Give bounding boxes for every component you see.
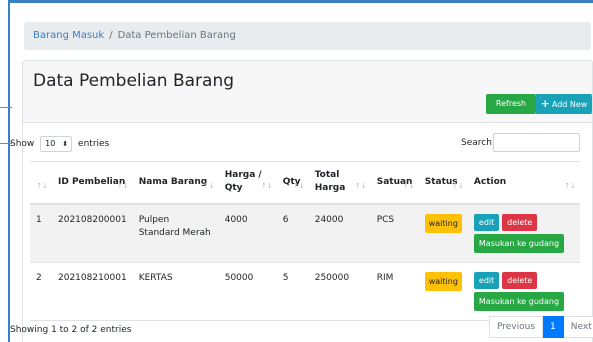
select-arrows-icon: ⬍ [62,140,69,148]
move-to-warehouse-button[interactable]: Masukan ke gudang [473,233,565,253]
cell-status: waiting [418,261,468,321]
column-header-nama[interactable]: Nama Barang ↑↓ [132,161,219,205]
cell-id: 202108200001 [52,203,133,262]
column-header-satuan[interactable]: Satuan ↑↓ [370,161,419,205]
cell-total: 250000 [308,261,371,321]
purchase-table: ↑↓ ID Pembelian ↑↓ Nama Barang ↑↓ Harga / … [30,161,580,321]
edit-button[interactable]: edit [473,271,500,289]
cell-action: edit delete Masukan ke gudang [467,203,580,262]
plus-icon: + [540,97,550,110]
table-header-row: ↑↓ ID Pembelian ↑↓ Nama Barang ↑↓ Harga / … [30,161,580,205]
entries-label: entries [78,139,110,149]
status-badge: waiting [424,213,462,233]
cell-satuan: PCS [370,203,419,262]
table-info: Showing 1 to 2 of 2 entries [10,325,132,335]
column-header-qty[interactable]: Qty ↑↓ [276,161,309,205]
sort-icon: ↑↓ [402,182,415,190]
sort-icon: ↑↓ [260,182,273,190]
show-label: Show [10,139,35,149]
pagination-previous[interactable]: Previous [489,316,544,338]
ruler-mark [0,107,12,108]
move-to-warehouse-button[interactable]: Masukan ke gudang [473,291,565,311]
sort-icon: ↑↓ [116,182,129,190]
column-header-harga[interactable]: Harga / Qty ↑↓ [218,161,277,205]
breadcrumb: Barang Masuk / Data Pembelian Barang [24,22,591,50]
search-input[interactable] [493,133,580,152]
cell-qty: 5 [276,261,309,321]
refresh-button[interactable]: Refresh [486,94,536,114]
window-top-border [8,0,593,3]
cell-harga: 50000 [218,261,277,321]
pagination-next[interactable]: Next [563,316,593,338]
column-header-total[interactable]: Total Harga ↑↓ [308,161,371,205]
breadcrumb-current: Data Pembelian Barang [117,30,236,41]
sort-icon: ↑↓ [292,182,305,190]
entries-length-control: Show 10 ⬍ entries [10,136,109,152]
entries-length-select[interactable]: 10 ⬍ [40,136,73,152]
cell-satuan: RIM [370,261,419,321]
breadcrumb-link-barang-masuk[interactable]: Barang Masuk [33,30,104,41]
table-row: 1 202108200001 Pulpen Standard Merah 400… [30,203,580,262]
cell-id: 202108210001 [52,261,133,321]
table-row: 2 202108210001 KERTAS 50000 5 250000 RIM… [30,261,580,321]
column-header-no[interactable]: ↑↓ [30,161,52,205]
breadcrumb-separator: / [109,30,113,41]
cell-qty: 6 [276,203,309,262]
sort-icon: ↑↓ [202,182,215,190]
add-new-label: Add New [551,100,588,109]
page-title: Data Pembelian Barang [33,71,235,91]
sort-icon: ↑↓ [452,182,464,190]
cell-nama: KERTAS [132,261,219,321]
edit-button[interactable]: edit [473,213,500,231]
status-badge: waiting [424,271,462,291]
cell-no: 2 [30,261,52,321]
sort-icon: ↑↓ [36,182,48,190]
column-header-id[interactable]: ID Pembelian ↑↓ [52,161,133,205]
column-header-status[interactable]: Status ↑↓ [418,161,468,205]
entries-length-value: 10 [45,139,56,148]
add-new-button[interactable]: + Add New [536,94,592,114]
cell-no: 1 [30,203,52,262]
pagination: Previous 1 Next [489,316,593,338]
cell-total: 24000 [308,203,371,262]
cell-nama: Pulpen Standard Merah [132,203,219,262]
window-left-border [8,0,10,342]
delete-button[interactable]: delete [502,213,538,231]
column-header-action[interactable]: Action ↑↓ [467,161,580,205]
search-label: Search: [461,138,495,148]
delete-button[interactable]: delete [502,271,538,289]
sort-icon: ↑↓ [564,182,576,190]
card-header: Data Pembelian Barang Refresh + Add New [23,61,592,123]
cell-action: edit delete Masukan ke gudang [467,261,580,321]
cell-harga: 4000 [218,203,277,262]
pagination-page-1[interactable]: 1 [543,316,564,338]
cell-status: waiting [418,203,468,262]
sort-icon: ↑↓ [354,182,367,190]
